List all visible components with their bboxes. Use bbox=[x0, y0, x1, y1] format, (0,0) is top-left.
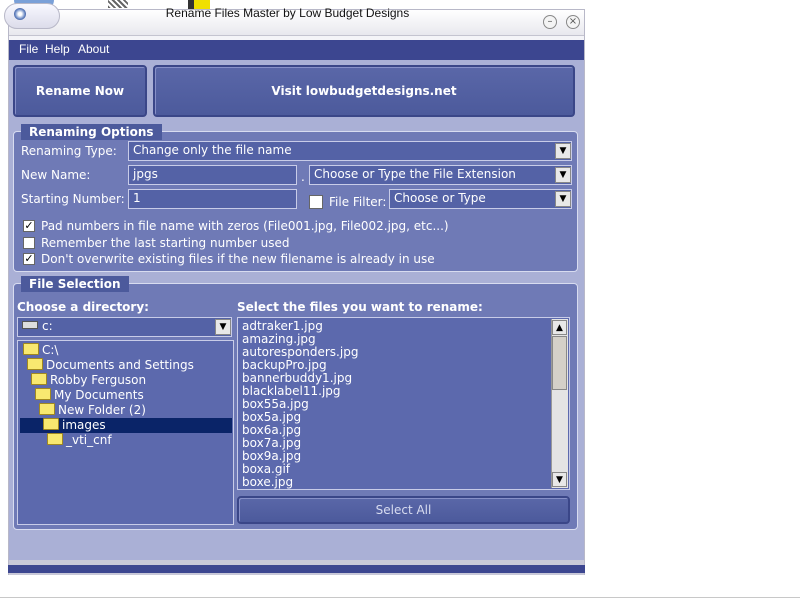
tree-item-selected[interactable]: images bbox=[43, 418, 106, 433]
folder-open-icon bbox=[39, 403, 55, 415]
minimize-icon[interactable]: – bbox=[543, 15, 557, 29]
file-filter-label: File Filter: bbox=[329, 195, 387, 209]
extension-dot: . bbox=[301, 170, 305, 184]
starting-number-value: 1 bbox=[133, 191, 141, 205]
no-overwrite-checkbox[interactable]: ✓ bbox=[23, 253, 35, 265]
tree-item[interactable]: New Folder (2) bbox=[39, 403, 146, 418]
chevron-down-icon[interactable]: ▼ bbox=[555, 143, 571, 159]
screen-divider bbox=[0, 597, 800, 598]
new-name-label: New Name: bbox=[21, 168, 91, 182]
menu-help[interactable]: Help bbox=[45, 42, 70, 56]
window-title: Rename Files Master by Low Budget Design… bbox=[165, 6, 410, 20]
file-filter-select[interactable]: Choose or Type bbox=[389, 189, 572, 209]
app-logo-icon bbox=[14, 8, 26, 20]
menu-file[interactable]: File bbox=[19, 42, 38, 56]
renaming-type-value: Change only the file name bbox=[133, 143, 292, 157]
chevron-down-icon[interactable]: ▼ bbox=[555, 167, 571, 183]
remember-number-checkbox[interactable] bbox=[23, 237, 35, 249]
menu-about[interactable]: About bbox=[78, 42, 109, 56]
file-list-item[interactable]: boxe.jpg bbox=[242, 476, 293, 489]
folder-open-icon bbox=[23, 343, 39, 355]
visit-website-button[interactable]: Visit lowbudgetdesigns.net bbox=[153, 65, 575, 117]
chevron-down-icon[interactable]: ▼ bbox=[555, 191, 571, 207]
drive-select[interactable]: c: bbox=[17, 317, 232, 337]
renaming-type-select[interactable]: Change only the file name bbox=[128, 141, 572, 161]
tree-item[interactable]: My Documents bbox=[35, 388, 144, 403]
renaming-options-title: Renaming Options bbox=[21, 124, 162, 140]
window-bottom-border bbox=[8, 565, 585, 573]
drive-icon bbox=[22, 321, 38, 329]
scroll-down-icon[interactable]: ▼ bbox=[552, 472, 567, 487]
tree-item[interactable]: Robby Ferguson bbox=[31, 373, 146, 388]
pad-zeros-checkbox[interactable]: ✓ bbox=[23, 220, 35, 232]
scroll-up-icon[interactable]: ▲ bbox=[552, 320, 567, 335]
tree-item[interactable]: _vti_cnf bbox=[47, 433, 112, 448]
tree-item[interactable]: C:\ bbox=[23, 343, 58, 358]
starting-number-input[interactable]: 1 bbox=[128, 189, 297, 209]
file-selection-title: File Selection bbox=[21, 276, 129, 292]
chevron-down-icon[interactable]: ▼ bbox=[215, 319, 231, 335]
folder-open-icon bbox=[43, 418, 59, 430]
renaming-type-label: Renaming Type: bbox=[21, 144, 117, 158]
close-icon[interactable]: × bbox=[566, 15, 580, 29]
remember-number-label: Remember the last starting number used bbox=[41, 236, 290, 250]
file-filter-value: Choose or Type bbox=[394, 191, 486, 205]
rename-now-button[interactable]: Rename Now bbox=[13, 65, 147, 117]
folder-open-icon bbox=[31, 373, 47, 385]
select-all-button[interactable]: Select All bbox=[237, 496, 570, 524]
no-overwrite-label: Don't overwrite existing files if the ne… bbox=[41, 252, 435, 266]
extension-value: Choose or Type the File Extension bbox=[314, 167, 516, 181]
drive-value: c: bbox=[42, 319, 53, 333]
select-files-label: Select the files you want to rename: bbox=[237, 300, 483, 314]
starting-number-label: Starting Number: bbox=[21, 192, 125, 206]
pad-zeros-label: Pad numbers in file name with zeros (Fil… bbox=[41, 219, 449, 233]
tree-item[interactable]: Documents and Settings bbox=[27, 358, 194, 373]
folder-open-icon bbox=[35, 388, 51, 400]
scrollbar-thumb[interactable] bbox=[552, 336, 567, 390]
new-name-value: jpgs bbox=[133, 167, 158, 181]
folder-open-icon bbox=[27, 358, 43, 370]
folder-icon bbox=[47, 433, 63, 445]
new-name-input[interactable]: jpgs bbox=[128, 165, 297, 185]
app-menu-orb[interactable] bbox=[4, 3, 60, 29]
file-filter-checkbox[interactable] bbox=[309, 195, 323, 209]
choose-directory-label: Choose a directory: bbox=[17, 300, 149, 314]
extension-select[interactable]: Choose or Type the File Extension bbox=[309, 165, 572, 185]
